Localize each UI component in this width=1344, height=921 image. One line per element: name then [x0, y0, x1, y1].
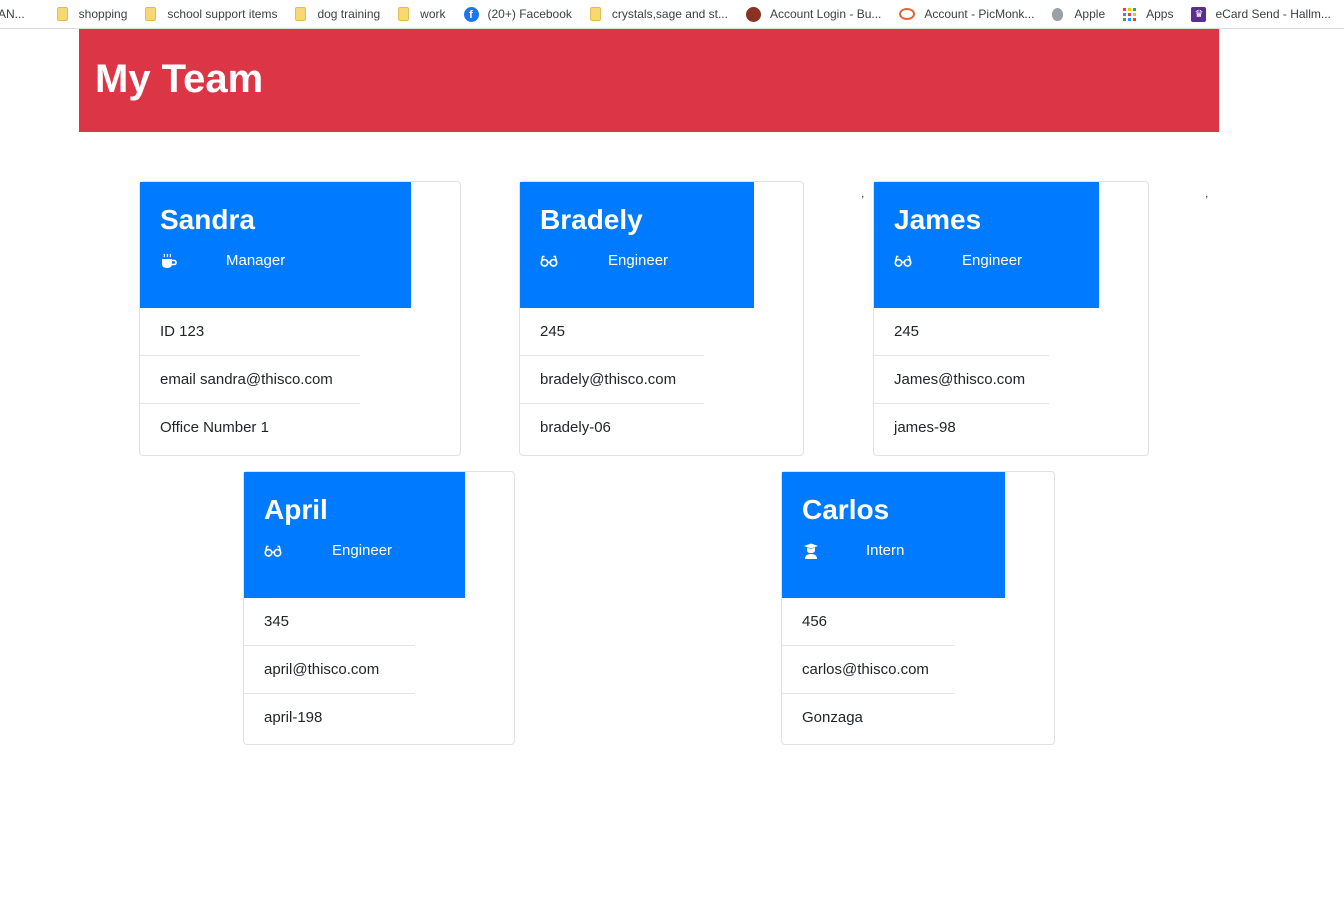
site-icon	[745, 6, 761, 22]
employee-role: Engineer	[962, 252, 1023, 269]
employee-card: James Engineer 245 James@thisco.com jame…	[873, 181, 1149, 456]
folder-icon	[295, 7, 307, 21]
employee-extra: april-198	[264, 709, 323, 726]
employee-extra: Office Number 1	[160, 419, 269, 436]
employee-card: April Engineer 345 april@thisco.com apri…	[243, 471, 515, 745]
details-list: 245 bradely@thisco.com bradely-06	[520, 308, 704, 452]
page-header: My Team	[79, 29, 1219, 132]
folder-icon	[145, 7, 157, 21]
employee-name: James	[894, 204, 982, 235]
stray-comma: ,	[1205, 186, 1209, 200]
bookmark-truncated[interactable]: AN...	[0, 7, 25, 21]
bookmark-label: dog training	[317, 7, 381, 21]
bookmark-label: school support items	[167, 7, 278, 21]
glasses-icon	[264, 545, 282, 557]
bookmark-facebook[interactable]: f (20+) Facebook	[463, 6, 572, 22]
bookmark-dog-training[interactable]: dog training	[295, 7, 380, 21]
bookmark-label: work	[420, 7, 446, 21]
bookmark-school-support-items[interactable]: school support items	[145, 7, 277, 21]
bookmark-shopping[interactable]: shopping	[56, 7, 128, 21]
employee-id: 345	[244, 598, 415, 646]
bookmark-account-login[interactable]: Account Login - Bu...	[745, 6, 882, 22]
folder-icon	[56, 7, 68, 21]
employee-name: Sandra	[160, 204, 255, 235]
details-list: 345 april@thisco.com april-198	[244, 598, 415, 742]
bookmark-crystals[interactable]: crystals,sage and st...	[589, 7, 728, 21]
bookmark-apps[interactable]: Apps	[1123, 7, 1173, 21]
hallmark-crown-icon: ♛	[1191, 6, 1207, 22]
employee-card: Bradely Engineer 245 bradely@thisco.com …	[519, 181, 804, 456]
bookmark-label: Account Login - Bu...	[769, 7, 882, 21]
details-list: ID 123 email sandra@thisco.com Office Nu…	[140, 308, 360, 452]
employee-card: Sandra Manager ID 123 email sandra@thisc…	[139, 181, 461, 456]
employee-email: bradely@thisco.com	[520, 356, 704, 404]
glasses-icon	[894, 255, 912, 267]
glasses-icon	[540, 255, 558, 267]
employee-email: april@thisco.com	[244, 646, 415, 694]
bookmark-label: AN...	[0, 7, 25, 21]
employee-id: ID 123	[140, 308, 360, 356]
folder-icon	[398, 7, 410, 21]
card-header: Sandra Manager	[140, 182, 411, 308]
graduate-icon	[804, 543, 818, 559]
employee-id: 456	[782, 598, 955, 646]
details-list: 456 carlos@thisco.com Gonzaga	[782, 598, 955, 742]
folder-icon	[589, 7, 601, 21]
employee-email: carlos@thisco.com	[782, 646, 955, 694]
employee-name: Carlos	[802, 494, 890, 525]
card-header: James Engineer	[874, 182, 1099, 308]
bookmark-ecard[interactable]: ♛ eCard Send - Hallm...	[1191, 6, 1331, 22]
employee-extra: james-98	[894, 419, 956, 436]
employee-id: 245	[520, 308, 704, 356]
bookmark-label: Apps	[1146, 7, 1174, 21]
bookmark-label: shopping	[78, 7, 128, 21]
bookmark-label: eCard Send - Hallm...	[1215, 7, 1331, 21]
employee-id: 245	[874, 308, 1049, 356]
bookmark-apple[interactable]: Apple	[1052, 7, 1105, 21]
apps-grid-icon	[1123, 7, 1137, 21]
employee-role: Intern	[866, 542, 905, 559]
facebook-icon: f	[463, 6, 479, 22]
picmonkey-icon	[899, 8, 916, 20]
coffee-icon	[162, 253, 177, 268]
apple-icon	[1052, 7, 1064, 21]
employee-email: email sandra@thisco.com	[140, 356, 360, 404]
employee-name: April	[264, 494, 328, 525]
bookmark-label: Account - PicMonk...	[924, 7, 1035, 21]
card-header: Carlos Intern	[782, 472, 1005, 598]
bookmark-work[interactable]: work	[398, 7, 446, 21]
bookmarks-bar: AN... shopping school support items dog …	[0, 0, 1344, 29]
card-header: April Engineer	[244, 472, 465, 598]
bookmark-picmonkey[interactable]: Account - PicMonk...	[899, 7, 1034, 21]
bookmark-label: Apple	[1074, 7, 1106, 21]
card-header: Bradely Engineer	[520, 182, 754, 308]
employee-extra: Gonzaga	[802, 709, 863, 726]
employee-email: James@thisco.com	[874, 356, 1049, 404]
page-title: My Team	[95, 57, 264, 101]
employee-role: Manager	[226, 252, 286, 269]
bookmark-label: crystals,sage and st...	[611, 7, 728, 21]
employee-card: Carlos Intern 456 carlos@thisco.com Gonz…	[781, 471, 1055, 745]
stray-comma: ,	[861, 186, 865, 200]
employee-extra: bradely-06	[540, 419, 611, 436]
bookmark-label: (20+) Facebook	[487, 7, 572, 21]
employee-name: Bradely	[540, 204, 643, 235]
details-list: 245 James@thisco.com james-98	[874, 308, 1049, 452]
employee-role: Engineer	[608, 252, 669, 269]
employee-role: Engineer	[332, 542, 393, 559]
